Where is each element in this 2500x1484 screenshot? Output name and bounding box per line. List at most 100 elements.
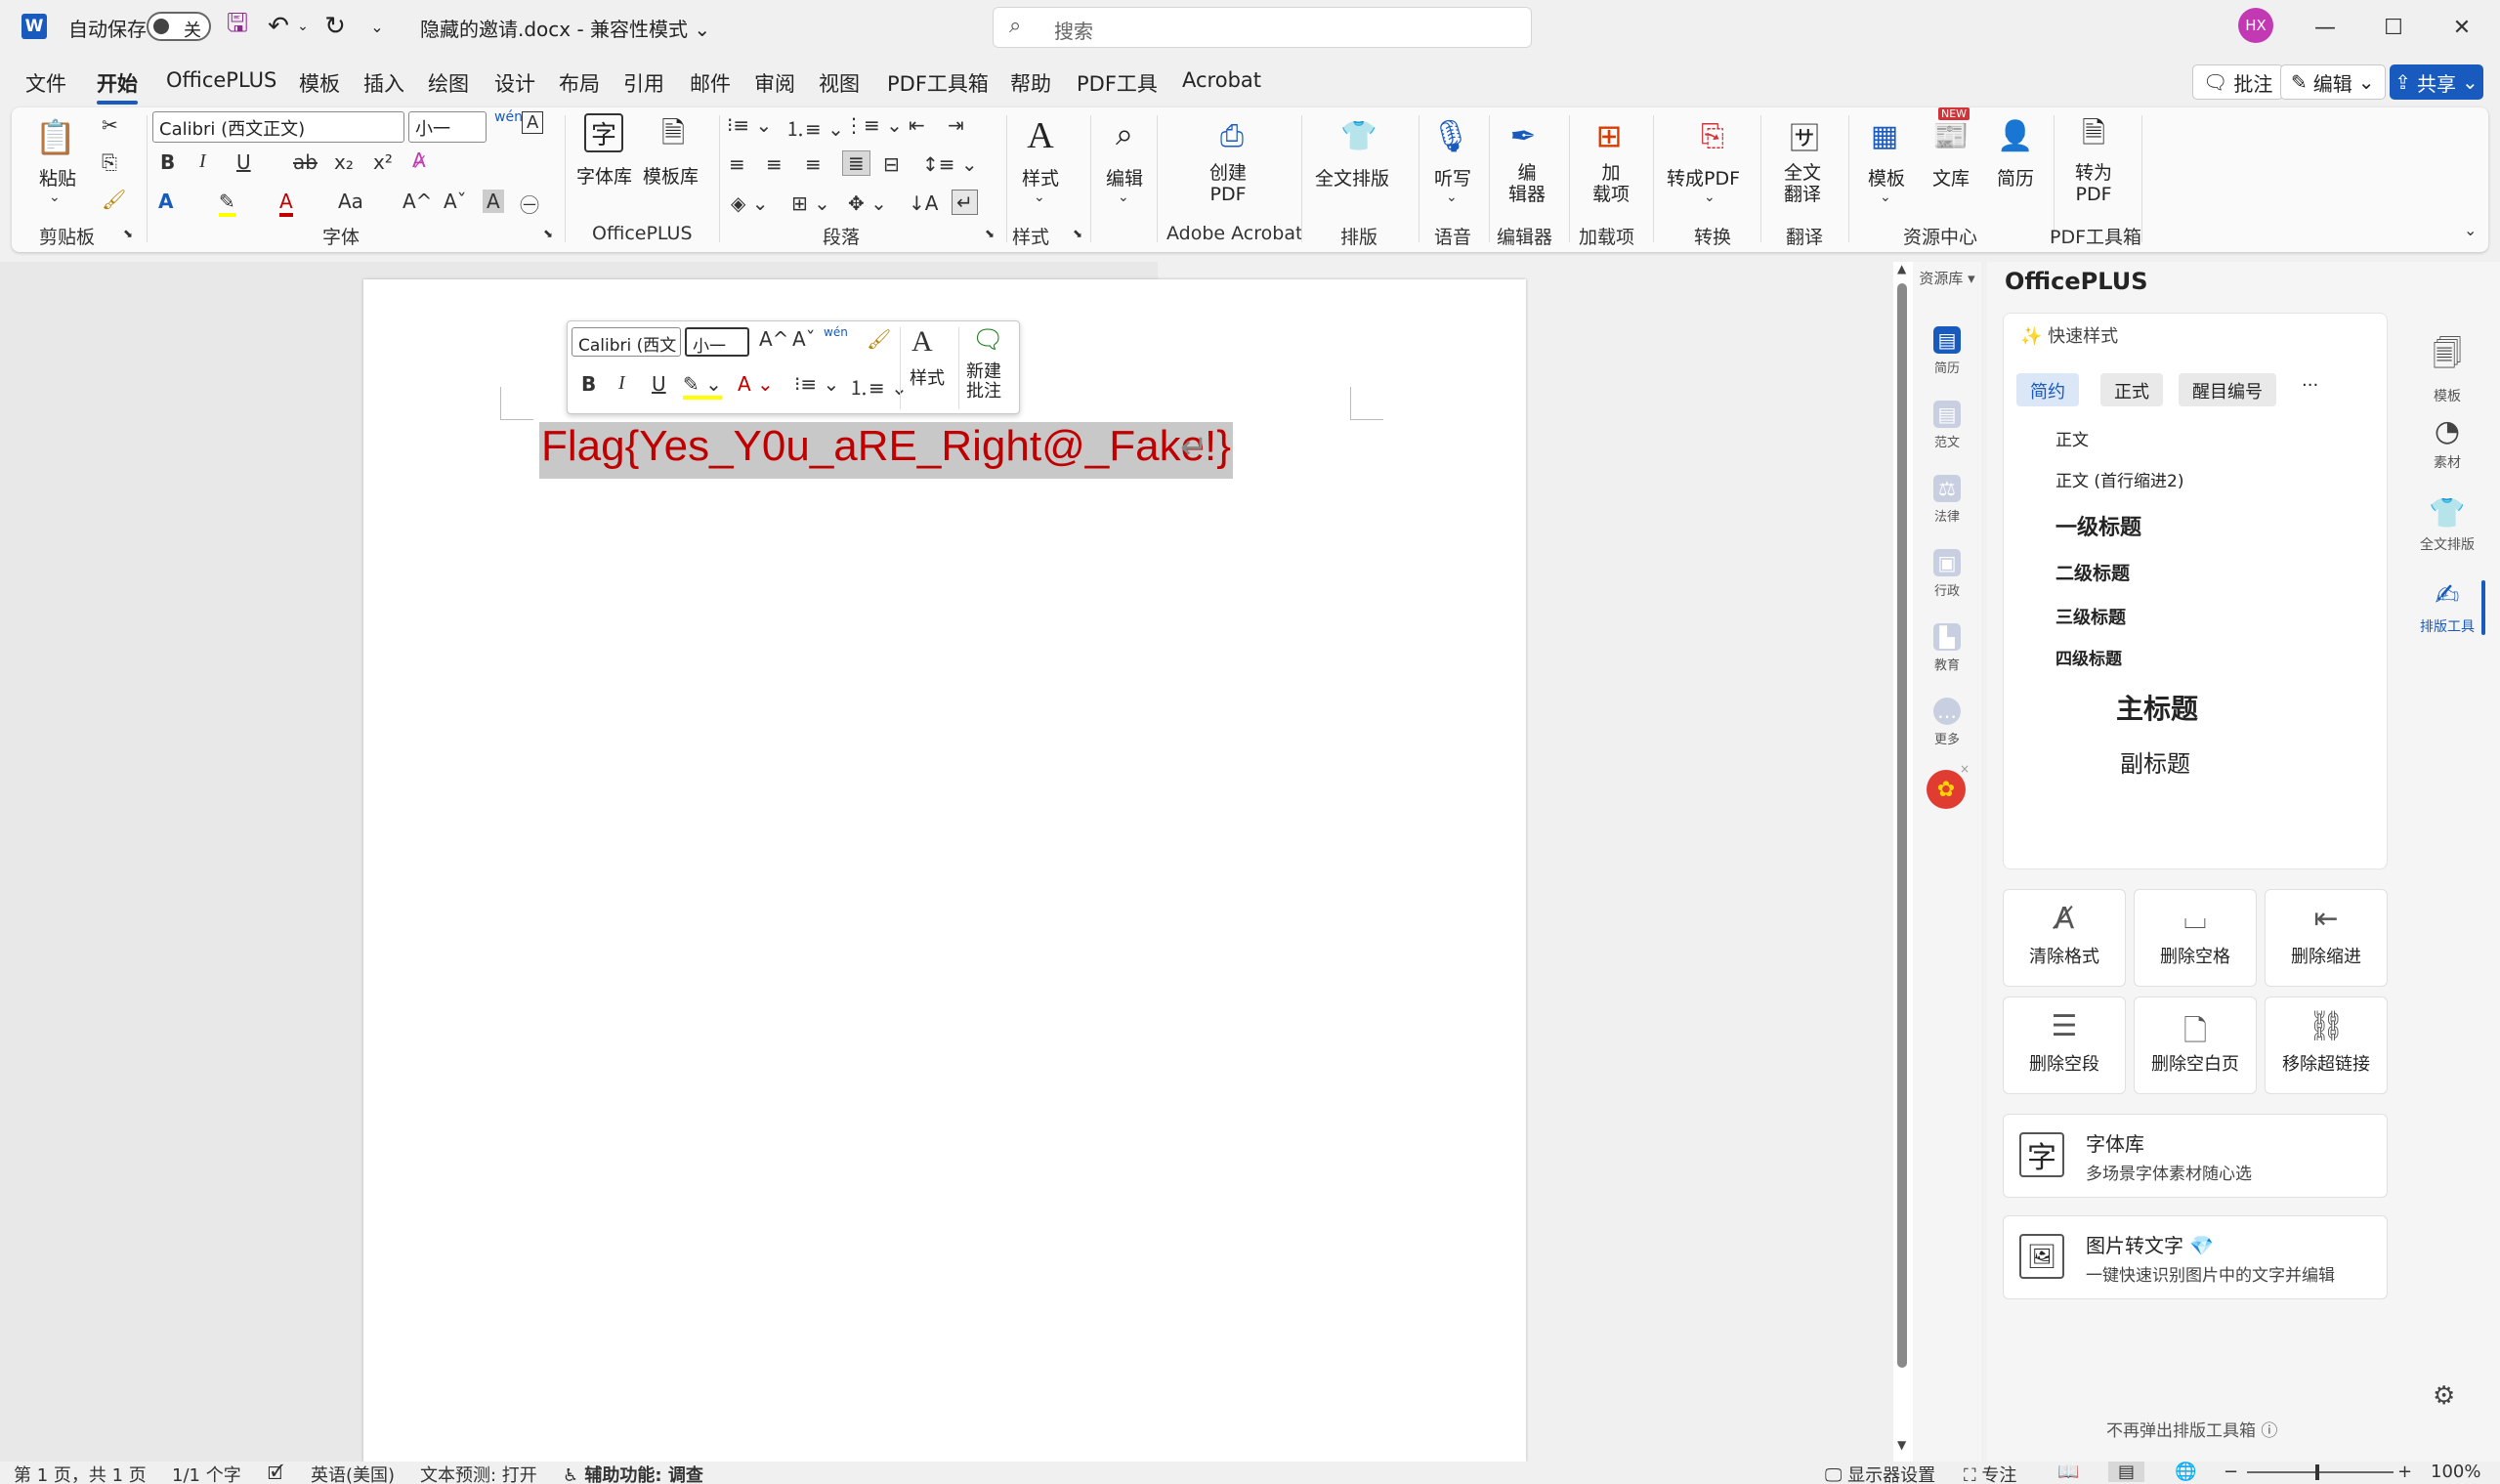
style-heading-4[interactable]: 四级标题 [2055,645,2122,669]
mini-bold-icon[interactable]: B [581,372,596,396]
search-box[interactable]: ⌕ 搜索 [993,7,1532,48]
delete-spaces-button[interactable]: ⌴ 删除空格 [2134,889,2257,987]
mini-size-combo[interactable]: 小一 [685,327,749,357]
styles-dropdown-icon[interactable]: ⌄ [1034,190,1045,205]
font-name-combo[interactable]: Calibri (西文正文) [152,111,404,143]
tab-officeplus[interactable]: OfficePLUS [166,68,276,92]
document-text[interactable]: Flag{Yes_Y0u_aRE_Right@_Fake!} [539,422,1233,479]
style-normal-indent[interactable]: 正文 (首行缩进2) [2055,467,2183,491]
remove-hyperlink-button[interactable]: ⛓ 移除超链接 [2265,996,2388,1094]
share-button[interactable]: ⇪ 共享 ⌄ [2390,64,2483,100]
multilevel-list-icon[interactable]: ⋮≡ ⌄ [844,113,903,137]
style-tab-simple[interactable]: 简约 [2016,373,2079,406]
status-words[interactable]: 1/1 个字 [172,1462,241,1484]
resume-icon[interactable]: 👤 [1993,113,2038,158]
editor-pen-icon[interactable]: ✒ [1501,113,1546,158]
mini-phonetic-icon[interactable]: wén [824,325,848,339]
mini-underline-icon[interactable]: U [652,372,666,396]
zoom-slider[interactable] [2247,1471,2394,1473]
vertical-scrollbar[interactable]: ▲ ▼ [1893,262,1913,1462]
zoom-in-icon[interactable]: + [2397,1462,2412,1482]
settings-gear-icon[interactable]: ⚙ [2433,1381,2455,1411]
style-heading-2[interactable]: 二级标题 [2055,559,2130,585]
mini-grow-font-icon[interactable]: A^ [759,327,788,351]
shrink-font-icon[interactable]: Aˇ [444,190,467,213]
new-comment-icon[interactable]: 🗨 [972,325,1004,355]
tab-references[interactable]: 引用 [623,68,664,98]
tab-insert[interactable]: 插入 [363,68,404,98]
editing-dropdown-icon[interactable]: ⌄ [1118,190,1129,205]
save-icon[interactable]: 🖫 [221,9,254,43]
align-left-icon[interactable]: ≡ [729,152,745,176]
style-subtitle[interactable]: 副标题 [2120,744,2190,779]
zoom-slider-thumb[interactable] [2315,1464,2319,1480]
style-tab-more[interactable]: ··· [2302,375,2318,396]
template-grid-icon[interactable]: ▦ [1862,113,1907,158]
translate-icon[interactable]: 🈂 [1782,113,1827,158]
cut-icon[interactable]: ✂ [102,113,118,137]
tab-pdf-toolbox[interactable]: PDF工具箱 [887,68,989,98]
tab-design[interactable]: 设计 [494,68,535,98]
styles-icon[interactable]: A [1018,113,1063,158]
addins-grid-icon[interactable]: ⊞ [1587,113,1631,158]
mini-font-combo[interactable]: Calibri (西文 [572,327,681,357]
editing-search-icon[interactable]: ⌕ [1102,111,1147,156]
rail-layout-tools[interactable]: ✍ 排版工具 [2413,578,2481,636]
mini-font-color-icon[interactable]: A ⌄ [738,372,774,396]
undo-icon[interactable]: ↶ [264,10,293,43]
microphone-icon[interactable]: 🎙 [1428,113,1473,158]
justify-icon[interactable]: ≣ [842,150,870,176]
resource-item-legal[interactable]: ⚖ 法律 [1913,475,1981,525]
chinese-layout-icon[interactable]: ✥ ⌄ [848,191,887,215]
status-language[interactable]: 英语(美国) [311,1462,395,1484]
mini-italic-icon[interactable]: I [618,372,625,395]
style-heading-3[interactable]: 三级标题 [2055,604,2126,629]
enclose-char-icon[interactable]: ㊀ [520,190,539,218]
font-library-promo[interactable]: 字 字体库 多场景字体素材随心选 [2003,1114,2388,1198]
status-accessibility[interactable]: ♿ 辅助功能: 调查 [563,1462,703,1484]
close-icon[interactable]: ✕ [2433,8,2491,47]
convert-dropdown-icon[interactable]: ⌄ [1704,190,1716,205]
format-painter-icon[interactable]: 🖌 [102,188,126,211]
numbering-icon[interactable]: ⒈≡ ⌄ [785,113,844,142]
distributed-icon[interactable]: ⊟ [883,152,900,176]
mini-bullets-icon[interactable]: ⁝≡ ⌄ [794,372,839,396]
delete-indent-button[interactable]: ⇤ 删除缩进 [2265,889,2388,987]
to-pdf-icon[interactable]: 🗎 [2071,113,2116,158]
sort-icon[interactable]: ↓A [909,191,938,215]
dialog-launcher-icon[interactable]: ⬊ [1073,227,1082,240]
zoom-out-icon[interactable]: − [2224,1462,2238,1482]
strikethrough-icon[interactable]: ab [293,150,318,174]
mini-shrink-font-icon[interactable]: Aˇ [792,327,816,351]
tab-view[interactable]: 视图 [819,68,860,98]
resource-item-more[interactable]: … 更多 [1913,698,1981,747]
zoom-level[interactable]: 100% [2431,1462,2480,1482]
paste-icon[interactable]: 📋 [33,115,78,160]
change-case-icon[interactable]: Aa [338,190,363,213]
status-focus[interactable]: ⛶ 专注 [1964,1462,2016,1484]
tab-help[interactable]: 帮助 [1010,68,1051,98]
style-heading-1[interactable]: 一级标题 [2055,510,2141,541]
style-normal[interactable]: 正文 [2055,426,2089,450]
bullets-icon[interactable]: ⁝≡ ⌄ [727,113,772,137]
tab-acrobat[interactable]: Acrobat [1182,68,1261,92]
document-title[interactable]: 隐藏的邀请.docx - 兼容性模式 ⌄ [420,14,710,42]
decrease-indent-icon[interactable]: ⇤ [909,113,925,137]
no-popup-toolbox[interactable]: 不再弹出排版工具箱 ⓘ [2106,1417,2277,1441]
print-layout-icon[interactable]: ▤ [2108,1462,2145,1482]
tab-pdf-tools[interactable]: PDF工具 [1077,68,1158,98]
clear-format-button[interactable]: A̸ 清除格式 [2003,889,2126,987]
style-tab-numbered[interactable]: 醒目编号 [2179,373,2276,406]
template-library-icon[interactable]: 🗎 [651,113,696,158]
customize-qat-icon[interactable]: ⌄ [365,10,389,43]
line-spacing-icon[interactable]: ↕≡ ⌄ [922,152,978,176]
tab-draw[interactable]: 绘图 [428,68,469,98]
dialog-launcher-icon[interactable]: ⬊ [985,227,995,240]
image-to-text-promo[interactable]: 🖼 图片转文字 💎 一键快速识别图片中的文字并编辑 [2003,1215,2388,1299]
tab-review[interactable]: 审阅 [754,68,795,98]
dictate-dropdown-icon[interactable]: ⌄ [1446,190,1458,205]
highlight-icon[interactable]: ✎ [219,190,235,217]
font-size-combo[interactable]: 小一 [408,111,487,143]
tab-mailings[interactable]: 邮件 [690,68,731,98]
web-layout-icon[interactable]: 🌐 [2175,1462,2196,1482]
